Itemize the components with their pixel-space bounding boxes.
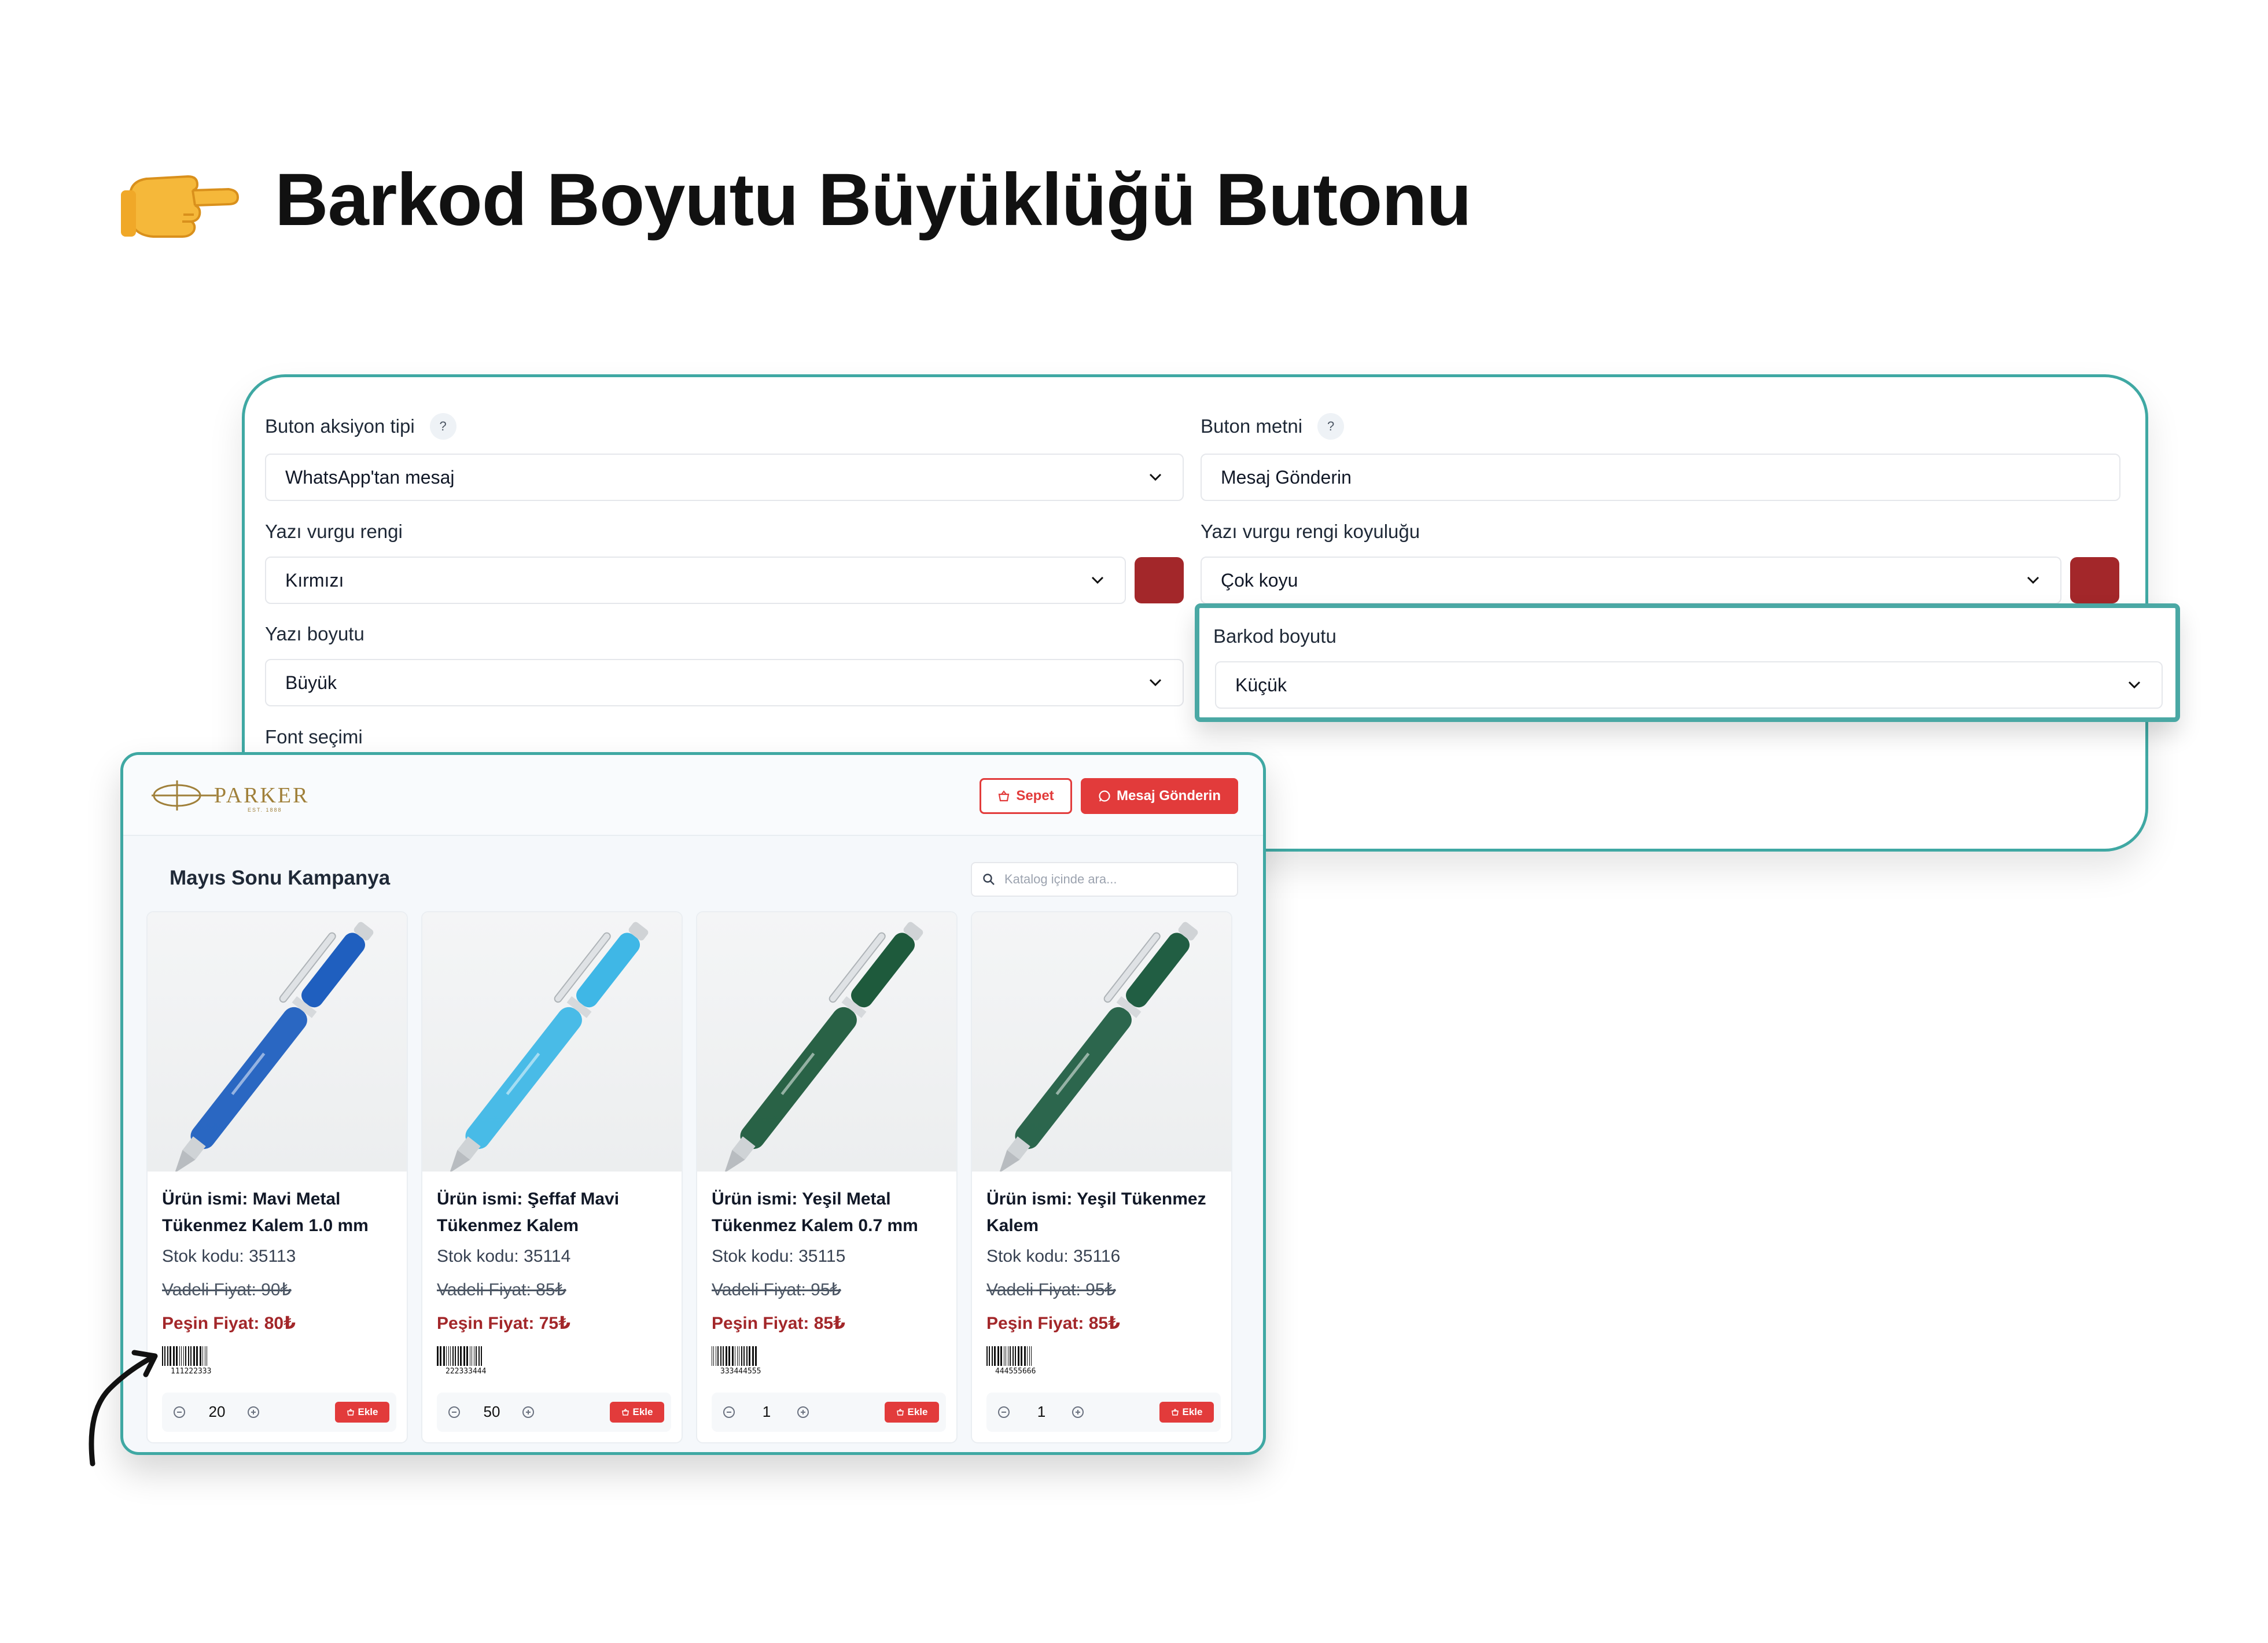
basket-icon <box>347 1408 354 1416</box>
product-image[interactable] <box>422 912 682 1173</box>
product-cash-price: Peşin Fiyat: 85₺ <box>712 1314 845 1333</box>
parker-arrow-logo-icon <box>152 780 216 811</box>
send-message-button[interactable]: Mesaj Gönderin <box>1081 778 1238 814</box>
brand-subtitle: EST. 1888 <box>248 807 282 813</box>
product-name: Ürün ismi: Şeffaf Mavi Tükenmez Kalem <box>437 1189 620 1235</box>
minus-circle-icon[interactable] <box>447 1405 461 1419</box>
button-text-label: Buton metni ? <box>1201 413 1345 440</box>
add-to-cart-button[interactable]: Ekle <box>610 1402 664 1423</box>
product-installment-price: Vadeli Fiyat: 90₺ <box>162 1280 292 1299</box>
quantity-value[interactable]: 50 <box>472 1403 512 1421</box>
font-choice-label: Font seçimi <box>265 726 363 747</box>
barcode-icon <box>986 1346 1032 1366</box>
plus-circle-icon[interactable] <box>246 1405 260 1419</box>
cart-button[interactable]: Sepet <box>980 778 1072 814</box>
help-icon[interactable]: ? <box>429 413 456 440</box>
product-name: Ürün ismi: Yeşil Metal Tükenmez Kalem 0.… <box>712 1189 918 1235</box>
page-heading: Barkod Boyutu Büyüklüğü Butonu <box>119 156 1472 243</box>
product-name: Ürün ismi: Mavi Metal Tükenmez Kalem 1.0… <box>162 1189 369 1235</box>
product-cash-price: Peşin Fiyat: 85₺ <box>986 1314 1120 1333</box>
product-installment-price: Vadeli Fiyat: 85₺ <box>437 1280 566 1299</box>
product-image[interactable] <box>972 912 1231 1173</box>
accent-shade-select[interactable]: Çok koyu <box>1201 557 2061 604</box>
quantity-stepper: 1 Ekle <box>712 1393 946 1432</box>
chevron-down-icon <box>2128 681 2141 689</box>
accent-shade-label: Yazı vurgu rengi koyuluğu <box>1201 521 1420 542</box>
minus-circle-icon[interactable] <box>172 1405 186 1419</box>
pointer-arrow-icon <box>89 1350 158 1467</box>
product-stock-code: Stok kodu: 35116 <box>986 1247 1121 1266</box>
add-to-cart-button[interactable]: Ekle <box>335 1402 389 1423</box>
product-card[interactable]: Ürün ismi: Yeşil Metal Tükenmez Kalem 0.… <box>696 911 958 1443</box>
chevron-down-icon <box>2027 576 2039 584</box>
catalog-search-input[interactable]: Katalog içinde ara... <box>971 862 1238 897</box>
minus-circle-icon[interactable] <box>997 1405 1011 1419</box>
barcode-number: 444555666 <box>995 1367 1036 1376</box>
product-card[interactable]: Ürün ismi: Mavi Metal Tükenmez Kalem 1.0… <box>146 911 408 1443</box>
plus-circle-icon[interactable] <box>796 1405 810 1419</box>
product-name: Ürün ismi: Yeşil Tükenmez Kalem <box>986 1189 1206 1235</box>
catalog-header: PARKER EST. 1888 Sepet Mesaj Gönderin <box>123 755 1263 836</box>
minus-circle-icon[interactable] <box>722 1405 736 1419</box>
add-to-cart-button[interactable]: Ekle <box>1159 1402 1214 1423</box>
barcode-size-highlight: Barkod boyutu Küçük <box>1195 603 2180 722</box>
button-action-type-select[interactable]: WhatsApp'tan mesaj <box>265 454 1184 501</box>
whatsapp-icon <box>1099 790 1110 802</box>
font-size-select[interactable]: Büyük <box>265 659 1184 706</box>
barcode-number: 111222333 <box>171 1367 212 1376</box>
basket-icon <box>621 1408 629 1416</box>
product-installment-price: Vadeli Fiyat: 95₺ <box>986 1280 1116 1299</box>
product-image[interactable] <box>697 912 956 1173</box>
chevron-down-icon <box>1149 473 1162 481</box>
product-installment-price: Vadeli Fiyat: 95₺ <box>712 1280 841 1299</box>
product-stock-code: Stok kodu: 35114 <box>437 1247 571 1266</box>
chevron-down-icon <box>1091 576 1104 584</box>
quantity-stepper: 50 Ekle <box>437 1393 671 1432</box>
barcode-icon <box>712 1346 757 1366</box>
basket-icon <box>998 790 1010 802</box>
search-icon <box>983 874 995 885</box>
pen-image <box>175 922 374 1173</box>
basket-icon <box>896 1408 904 1416</box>
chevron-down-icon <box>1149 679 1162 687</box>
catalog-title: Mayıs Sonu Kampanya <box>170 867 391 889</box>
brand-logo: PARKER <box>149 778 309 813</box>
accent-color-select[interactable]: Kırmızı <box>265 557 1126 604</box>
button-action-type-label: Buton aksiyon tipi ? <box>265 413 456 440</box>
pen-image <box>724 922 923 1173</box>
help-icon[interactable]: ? <box>1317 413 1345 440</box>
barcode-icon <box>437 1346 482 1366</box>
button-text-input[interactable]: Mesaj Gönderin <box>1201 454 2120 501</box>
barcode-size-select[interactable]: Küçük <box>1215 661 2163 709</box>
pen-image <box>999 922 1198 1173</box>
font-size-label: Yazı boyutu <box>265 623 365 644</box>
brand-name: PARKER <box>214 783 310 808</box>
product-stock-code: Stok kodu: 35113 <box>162 1247 296 1266</box>
plus-circle-icon[interactable] <box>1071 1405 1085 1419</box>
quantity-stepper: 1 Ekle <box>986 1393 1221 1432</box>
quantity-value[interactable]: 20 <box>197 1403 237 1421</box>
product-cash-price: Peşin Fiyat: 80₺ <box>162 1314 296 1333</box>
pen-image <box>450 922 649 1173</box>
page-title: Barkod Boyutu Büyüklüğü Butonu <box>275 158 1472 241</box>
basket-icon <box>1171 1408 1179 1416</box>
product-card[interactable]: Ürün ismi: Yeşil Tükenmez Kalem Stok kod… <box>971 911 1232 1443</box>
barcode-number: 333444555 <box>720 1367 761 1376</box>
product-cash-price: Peşin Fiyat: 75₺ <box>437 1314 570 1333</box>
plus-circle-icon[interactable] <box>521 1405 535 1419</box>
barcode-number: 222333444 <box>446 1367 487 1376</box>
accent-shade-swatch[interactable] <box>2070 557 2119 603</box>
barcode-size-label: Barkod boyutu <box>1213 625 1337 647</box>
product-stock-code: Stok kodu: 35115 <box>712 1247 846 1266</box>
add-to-cart-button[interactable]: Ekle <box>885 1402 939 1423</box>
accent-color-label: Yazı vurgu rengi <box>265 521 403 542</box>
accent-color-swatch[interactable] <box>1135 557 1184 603</box>
quantity-value[interactable]: 1 <box>1021 1403 1062 1421</box>
catalog-preview: PARKER EST. 1888 Sepet Mesaj Gönderin Ma… <box>120 752 1266 1455</box>
product-image[interactable] <box>148 912 407 1173</box>
quantity-value[interactable]: 1 <box>746 1403 787 1421</box>
quantity-stepper: 20 Ekle <box>162 1393 396 1432</box>
product-card[interactable]: Ürün ismi: Şeffaf Mavi Tükenmez Kalem St… <box>421 911 683 1443</box>
pointing-hand-icon <box>121 175 240 238</box>
